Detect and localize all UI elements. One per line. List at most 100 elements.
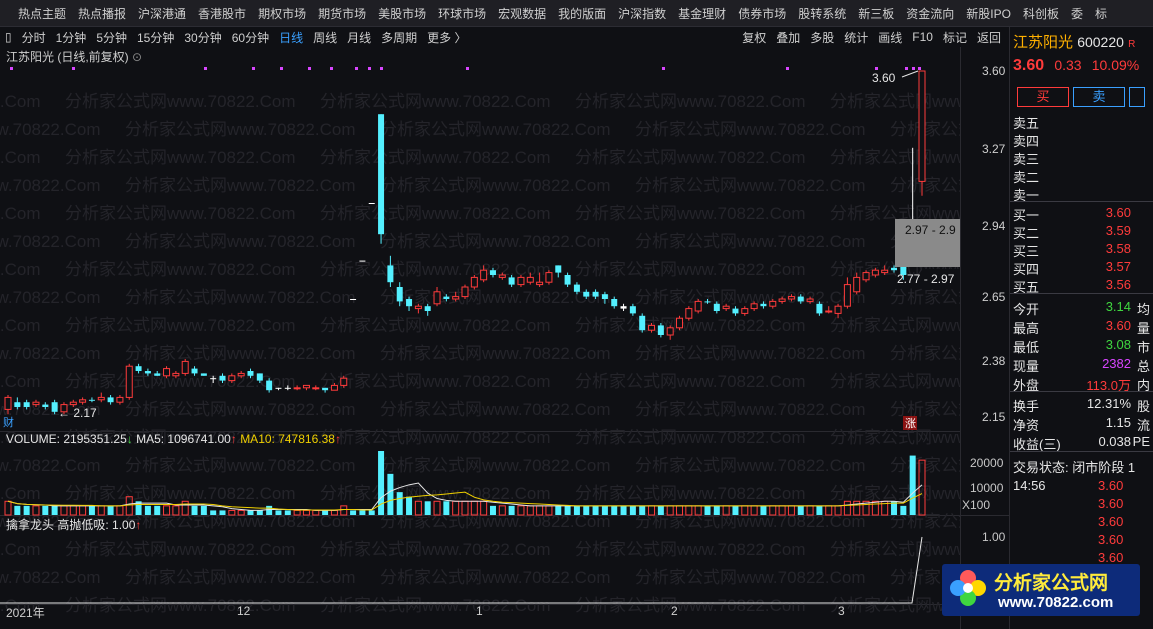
period-tab-10[interactable]: 更多 〉 [422,29,471,46]
candle[interactable] [302,384,310,391]
volume-bar [797,505,804,515]
period-tab-4[interactable]: 30分钟 [179,29,226,46]
nav-item-3[interactable]: 香港股市 [192,5,252,22]
candle[interactable] [676,315,684,331]
candle[interactable] [685,306,693,321]
candle[interactable] [666,325,674,340]
candle[interactable] [732,306,739,316]
nav-item-6[interactable]: 美股市场 [372,5,432,22]
layout-icon[interactable]: ▯ [0,30,17,44]
watermark-text: 分析家公式网www.70822.Com [0,260,41,279]
candle[interactable] [694,299,702,314]
indicator-axis-value: 1.00 [982,530,1006,544]
toolbar-button-4[interactable]: 画线 [873,29,907,46]
candle[interactable] [378,114,385,244]
stock-header: 江苏阳光 600220 R [1013,31,1135,52]
nav-item-7[interactable]: 环球市场 [432,5,492,22]
watermark-text: 分析家公式网www.70822.Com [575,484,806,503]
candle[interactable] [555,265,562,278]
price-tick: 3.27 [982,142,1006,156]
watermark-text: 分析家公式网www.70822.Com [635,120,866,139]
nav-item-5[interactable]: 期货市场 [312,5,372,22]
candle[interactable] [470,275,478,290]
watermark-text: 分析家公式网www.70822.Com [65,484,296,503]
period-tab-9[interactable]: 多周期 [376,29,422,46]
watermark-text: 分析家公式网www.70822.Com [0,288,101,307]
toolbar-button-6[interactable]: 标记 [938,29,972,46]
watermark-text: 分析家公式网www.70822.Com [320,596,551,615]
panel-divider [1010,293,1153,294]
candle[interactable] [200,373,207,376]
nav-item-11[interactable]: 基金理财 [672,5,732,22]
watermark-text: 分析家公式网www.70822.Com [830,540,960,559]
candle[interactable] [545,270,553,285]
candle[interactable] [564,272,571,287]
quote-row-label: 现量 [1013,359,1040,374]
candle[interactable] [181,359,189,376]
nav-item-0[interactable]: 热点主题 [0,5,72,22]
nav-item-1[interactable]: 热点播报 [72,5,132,22]
toolbar-button-7[interactable]: 返回 [972,29,1006,46]
volume-bar [909,455,916,515]
period-tab-3[interactable]: 15分钟 [132,29,179,46]
limit-up-text: 涨 [905,417,916,430]
candle[interactable] [918,70,926,196]
more-button[interactable] [1129,87,1145,107]
quote-row-value: 0.038 [1098,434,1131,449]
candle[interactable] [620,303,627,311]
volume-bar [200,505,207,515]
quote-row-value: 3.56 [1105,277,1131,292]
watermark-text: 分析家公式网www.70822.Com [575,204,806,223]
nav-item-18[interactable]: 委 [1065,5,1089,22]
nav-item-12[interactable]: 债券市场 [732,5,792,22]
candle[interactable] [350,299,357,300]
nav-item-10[interactable]: 沪深指数 [612,5,672,22]
kline-chart[interactable]: 分析家公式网www.70822.Com 分析家公式网www.70822.Com 分析… [0,47,960,629]
volume-bar [350,510,357,515]
nav-item-8[interactable]: 宏观数据 [492,5,552,22]
period-tab-0[interactable]: 分时 [17,29,51,46]
period-tab-8[interactable]: 月线 [342,29,376,46]
nav-item-17[interactable]: 科创板 [1017,5,1065,22]
candle[interactable] [741,306,749,316]
nav-item-14[interactable]: 新三板 [852,5,900,22]
toolbar-button-3[interactable]: 统计 [839,29,873,46]
candle[interactable] [461,284,469,299]
volume-bar [107,505,114,515]
volume-bar [900,505,907,515]
sell-button[interactable]: 卖 [1073,87,1125,107]
nav-item-19[interactable]: 标 [1089,5,1113,22]
toolbar-button-0[interactable]: 复权 [737,29,771,46]
period-tab-1[interactable]: 1分钟 [51,29,92,46]
toolbar-button-2[interactable]: 多股 [805,29,839,46]
watermark-text: 分析家公式网www.70822.Com [890,288,960,307]
quote-row-label: 净资 [1013,418,1040,433]
toolbar-button-1[interactable]: 叠加 [771,29,805,46]
candle[interactable] [639,313,646,333]
period-tab-2[interactable]: 5分钟 [91,29,132,46]
buy-button[interactable]: 买 [1017,87,1069,107]
volume-bar [275,510,282,515]
toolbar-button-5[interactable]: F10 [907,30,938,44]
watermark-text: 分析家公式网www.70822.Com [635,344,866,363]
nav-item-16[interactable]: 新股IPO [960,5,1017,22]
nav-item-2[interactable]: 沪深港通 [132,5,192,22]
period-tab-5[interactable]: 60分钟 [227,29,274,46]
candle[interactable] [116,395,124,405]
nav-item-15[interactable]: 资金流向 [900,5,960,22]
candle[interactable] [825,306,833,314]
candle[interactable] [107,395,114,405]
watermark-text: 分析家公式网www.70822.Com [125,400,356,419]
candle[interactable] [843,277,851,309]
period-tab-7[interactable]: 周线 [308,29,342,46]
candle[interactable] [312,385,320,391]
candle[interactable] [359,260,366,262]
volume-bar [406,496,413,515]
nav-item-13[interactable]: 股转系统 [792,5,852,22]
candle[interactable] [611,296,618,309]
nav-item-9[interactable]: 我的版面 [552,5,612,22]
nav-item-4[interactable]: 期权市场 [252,5,312,22]
candle[interactable] [125,363,133,400]
candle[interactable] [368,203,375,204]
period-tab-6[interactable]: 日线 [274,29,308,46]
